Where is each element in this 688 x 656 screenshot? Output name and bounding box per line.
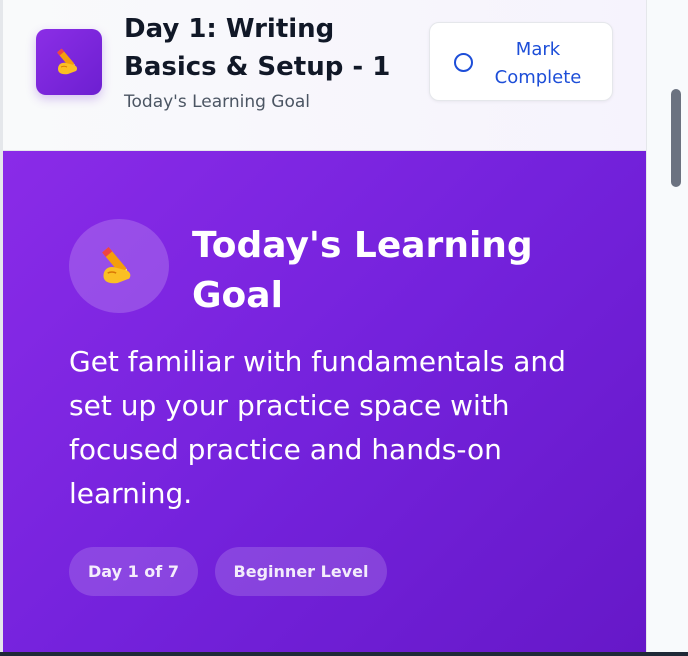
lesson-icon-tile [36,29,102,95]
goal-title: Today's Learning Goal [192,225,533,316]
scrollbar-thumb[interactable] [671,89,681,187]
mark-complete-label: Mark Complete [494,39,582,88]
learning-goal-card: Today's Learning Goal Get familiar with … [3,151,646,656]
lesson-header: Day 1: Writing Basics & Setup - 1 Today'… [3,0,646,151]
lesson-content: Day 1: Writing Basics & Setup - 1 Today'… [3,0,646,656]
lesson-subtitle: Today's Learning Goal [124,92,311,112]
mark-complete-button[interactable]: Mark Complete [429,22,613,101]
app-viewport: Day 1: Writing Basics & Setup - 1 Today'… [0,0,688,656]
scrollbar-track[interactable] [646,0,688,656]
goal-description: Get familiar with fundamentals and set u… [69,345,566,510]
level-badge: Beginner Level [215,547,387,596]
lesson-title: Day 1: Writing Basics & Setup - 1 [124,14,391,82]
goal-icon-badge [69,219,169,313]
circle-outline-icon [454,53,473,72]
writing-hand-icon [57,48,78,75]
bottom-border [0,652,688,656]
writing-hand-icon [102,247,131,284]
day-progress-badge: Day 1 of 7 [69,547,198,596]
